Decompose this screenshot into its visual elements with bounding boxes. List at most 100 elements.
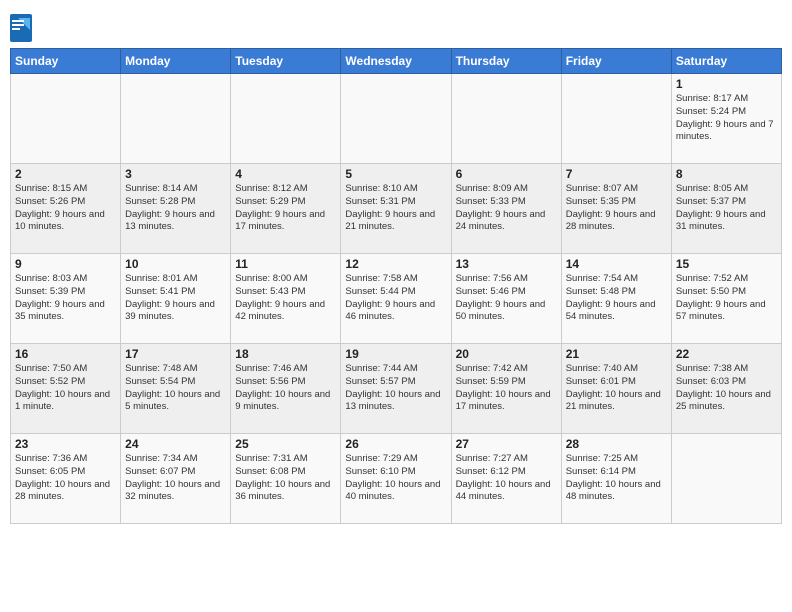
day-info: Sunrise: 7:46 AM Sunset: 5:56 PM Dayligh… [235,363,336,414]
calendar-cell: 4Sunrise: 8:12 AM Sunset: 5:29 PM Daylig… [231,164,341,254]
day-number: 2 [15,167,116,181]
calendar-cell: 5Sunrise: 8:10 AM Sunset: 5:31 PM Daylig… [341,164,451,254]
calendar-cell: 3 Sunrise: 8:14 AM Sunset: 5:28 PM Daylig… [121,164,231,254]
day-number: 26 [345,437,446,451]
day-info: Sunrise: 7:29 AM Sunset: 6:10 PM Dayligh… [345,453,446,504]
week-row-2: 9 Sunrise: 8:03 AM Sunset: 5:39 PM Daylig… [11,254,782,344]
day-number: 13 [456,257,557,271]
weekday-header-wednesday: Wednesday [341,49,451,74]
weekday-header: SundayMondayTuesdayWednesdayThursdayFrid… [11,49,782,74]
day-info: Sunrise: 8:01 AM Sunset: 5:41 PM Dayligh… [125,273,226,324]
calendar-cell: 27 Sunrise: 7:27 AM Sunset: 6:12 PM Dayli… [451,434,561,524]
calendar-cell: 7Sunrise: 8:07 AM Sunset: 5:35 PM Daylig… [561,164,671,254]
day-number: 21 [566,347,667,361]
day-info: Sunrise: 8:03 AM Sunset: 5:39 PM Dayligh… [15,273,116,324]
week-row-4: 23 Sunrise: 7:36 AM Sunset: 6:05 PM Dayli… [11,434,782,524]
day-number: 17 [125,347,226,361]
day-info: Sunrise: 7:34 AM Sunset: 6:07 PM Dayligh… [125,453,226,504]
weekday-header-monday: Monday [121,49,231,74]
calendar-cell: 23 Sunrise: 7:36 AM Sunset: 6:05 PM Dayli… [11,434,121,524]
day-info: Sunrise: 8:05 AM Sunset: 5:37 PM Dayligh… [676,183,777,234]
day-number: 3 [125,167,226,181]
day-info: Sunrise: 7:50 AM Sunset: 5:52 PM Dayligh… [15,363,116,414]
weekday-header-tuesday: Tuesday [231,49,341,74]
calendar-cell: 11 Sunrise: 8:00 AM Sunset: 5:43 PM Dayli… [231,254,341,344]
calendar-cell [11,74,121,164]
logo [10,14,36,42]
day-number: 27 [456,437,557,451]
calendar-cell: 15 Sunrise: 7:52 AM Sunset: 5:50 PM Dayli… [671,254,781,344]
calendar-body: 1 Sunrise: 8:17 AM Sunset: 5:24 PM Daylig… [11,74,782,524]
calendar-table: SundayMondayTuesdayWednesdayThursdayFrid… [10,48,782,524]
day-info: Sunrise: 7:38 AM Sunset: 6:03 PM Dayligh… [676,363,777,414]
day-number: 18 [235,347,336,361]
calendar-cell: 21 Sunrise: 7:40 AM Sunset: 6:01 PM Dayli… [561,344,671,434]
day-info: Sunrise: 8:12 AM Sunset: 5:29 PM Dayligh… [235,183,336,234]
calendar-cell: 20Sunrise: 7:42 AM Sunset: 5:59 PM Dayli… [451,344,561,434]
day-info: Sunrise: 7:27 AM Sunset: 6:12 PM Dayligh… [456,453,557,504]
week-row-1: 2 Sunrise: 8:15 AM Sunset: 5:26 PM Daylig… [11,164,782,254]
calendar-cell: 8 Sunrise: 8:05 AM Sunset: 5:37 PM Daylig… [671,164,781,254]
day-number: 1 [676,77,777,91]
day-info: Sunrise: 8:00 AM Sunset: 5:43 PM Dayligh… [235,273,336,324]
calendar-cell: 17 Sunrise: 7:48 AM Sunset: 5:54 PM Dayli… [121,344,231,434]
day-number: 25 [235,437,336,451]
day-info: Sunrise: 8:17 AM Sunset: 5:24 PM Dayligh… [676,93,777,144]
calendar-cell: 18 Sunrise: 7:46 AM Sunset: 5:56 PM Dayli… [231,344,341,434]
day-info: Sunrise: 8:15 AM Sunset: 5:26 PM Dayligh… [15,183,116,234]
weekday-header-thursday: Thursday [451,49,561,74]
day-info: Sunrise: 8:09 AM Sunset: 5:33 PM Dayligh… [456,183,557,234]
day-number: 15 [676,257,777,271]
day-info: Sunrise: 7:42 AM Sunset: 5:59 PM Dayligh… [456,363,557,414]
calendar-cell: 22 Sunrise: 7:38 AM Sunset: 6:03 PM Dayli… [671,344,781,434]
logo-icon [10,14,32,42]
day-number: 6 [456,167,557,181]
day-number: 23 [15,437,116,451]
calendar-cell: 1 Sunrise: 8:17 AM Sunset: 5:24 PM Daylig… [671,74,781,164]
day-number: 8 [676,167,777,181]
day-info: Sunrise: 7:48 AM Sunset: 5:54 PM Dayligh… [125,363,226,414]
day-number: 24 [125,437,226,451]
day-number: 11 [235,257,336,271]
day-info: Sunrise: 7:54 AM Sunset: 5:48 PM Dayligh… [566,273,667,324]
day-number: 12 [345,257,446,271]
day-number: 16 [15,347,116,361]
header [10,10,782,42]
calendar-cell: 13 Sunrise: 7:56 AM Sunset: 5:46 PM Dayli… [451,254,561,344]
calendar-cell [451,74,561,164]
day-info: Sunrise: 7:40 AM Sunset: 6:01 PM Dayligh… [566,363,667,414]
day-info: Sunrise: 7:36 AM Sunset: 6:05 PM Dayligh… [15,453,116,504]
weekday-header-friday: Friday [561,49,671,74]
day-info: Sunrise: 8:07 AM Sunset: 5:35 PM Dayligh… [566,183,667,234]
day-info: Sunrise: 8:14 AM Sunset: 5:28 PM Dayligh… [125,183,226,234]
week-row-0: 1 Sunrise: 8:17 AM Sunset: 5:24 PM Daylig… [11,74,782,164]
calendar-cell: 28 Sunrise: 7:25 AM Sunset: 6:14 PM Dayli… [561,434,671,524]
calendar-cell: 19 Sunrise: 7:44 AM Sunset: 5:57 PM Dayli… [341,344,451,434]
day-info: Sunrise: 7:52 AM Sunset: 5:50 PM Dayligh… [676,273,777,324]
day-info: Sunrise: 7:56 AM Sunset: 5:46 PM Dayligh… [456,273,557,324]
day-number: 22 [676,347,777,361]
weekday-header-saturday: Saturday [671,49,781,74]
calendar-cell: 16 Sunrise: 7:50 AM Sunset: 5:52 PM Dayli… [11,344,121,434]
day-number: 28 [566,437,667,451]
calendar-cell: 10Sunrise: 8:01 AM Sunset: 5:41 PM Dayli… [121,254,231,344]
day-number: 9 [15,257,116,271]
calendar-cell [231,74,341,164]
calendar-cell: 14 Sunrise: 7:54 AM Sunset: 5:48 PM Dayli… [561,254,671,344]
calendar-cell: 6 Sunrise: 8:09 AM Sunset: 5:33 PM Daylig… [451,164,561,254]
week-row-3: 16 Sunrise: 7:50 AM Sunset: 5:52 PM Dayli… [11,344,782,434]
calendar-cell: 12 Sunrise: 7:58 AM Sunset: 5:44 PM Dayli… [341,254,451,344]
day-info: Sunrise: 7:31 AM Sunset: 6:08 PM Dayligh… [235,453,336,504]
calendar-cell: 24 Sunrise: 7:34 AM Sunset: 6:07 PM Dayli… [121,434,231,524]
day-info: Sunrise: 7:44 AM Sunset: 5:57 PM Dayligh… [345,363,446,414]
day-info: Sunrise: 7:58 AM Sunset: 5:44 PM Dayligh… [345,273,446,324]
calendar-cell [121,74,231,164]
calendar-cell [671,434,781,524]
day-number: 19 [345,347,446,361]
calendar-cell: 26 Sunrise: 7:29 AM Sunset: 6:10 PM Dayli… [341,434,451,524]
day-info: Sunrise: 7:25 AM Sunset: 6:14 PM Dayligh… [566,453,667,504]
calendar-cell [341,74,451,164]
day-number: 5 [345,167,446,181]
day-number: 14 [566,257,667,271]
weekday-header-sunday: Sunday [11,49,121,74]
